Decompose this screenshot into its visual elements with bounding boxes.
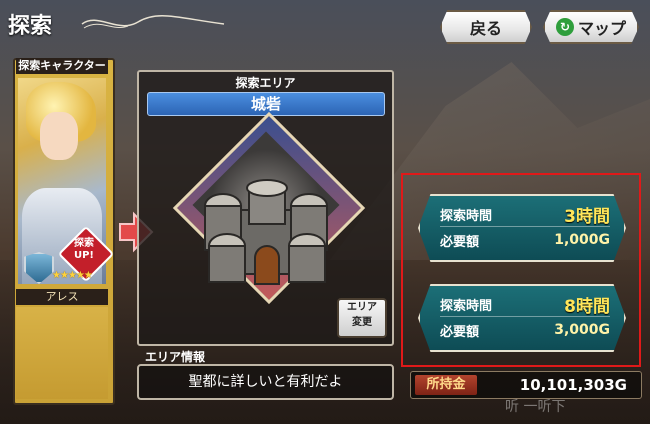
refresh-arrow-icon: ↻ <box>555 18 574 36</box>
option-cost-label: 必要額 <box>440 234 480 250</box>
area-name: 城砦 <box>147 92 385 116</box>
back-button-label: 戻る <box>469 19 502 38</box>
castle-icon <box>204 179 328 285</box>
change-area-label-1: エリア <box>347 302 377 313</box>
option-time-label: 探索時間 <box>440 298 493 314</box>
area-section-label: 探索エリア <box>235 76 296 90</box>
explore-option-3h[interactable]: 探索時間 3時間 必要額 1,000G <box>418 194 626 262</box>
explore-option-8h[interactable]: 探索時間 8時間 必要額 3,000G <box>418 284 626 352</box>
option-time-row: 探索時間 3時間 <box>440 202 610 227</box>
option-cost-value: 1,000G <box>554 232 610 248</box>
wallet-value: 10,101,303G <box>519 376 627 394</box>
wallet-label: 所持金 <box>415 375 477 395</box>
back-button[interactable]: 戻る <box>440 10 532 44</box>
option-time-row: 探索時間 8時間 <box>440 292 610 317</box>
option-cost-label: 必要額 <box>440 324 480 340</box>
map-button-label: マップ <box>577 19 626 38</box>
character-panel-label: 探索キャラクター <box>16 58 108 74</box>
rarity-stars: ★★★★★ <box>52 270 93 281</box>
option-time-value: 3時間 <box>564 206 610 227</box>
option-time-value: 8時間 <box>564 296 610 317</box>
explore-up-badge-text: 探索UP! <box>73 238 94 261</box>
character-empty-slot <box>16 307 108 399</box>
option-cost-value: 3,000G <box>554 322 610 338</box>
change-area-button[interactable]: エリア 変更 <box>337 298 387 338</box>
watermark: 听 一听下 <box>505 399 566 415</box>
change-area-label-2: 変更 <box>352 317 372 328</box>
area-info-label: エリア情報 <box>145 350 206 364</box>
option-time-label: 探索時間 <box>440 208 493 224</box>
option-cost-row: 必要額 1,000G <box>440 228 610 252</box>
option-cost-row: 必要額 3,000G <box>440 318 610 342</box>
title-ornament-icon <box>81 15 225 29</box>
area-info-text: 聖都に詳しいと有利だよ <box>137 364 394 400</box>
character-name: アレス <box>16 289 108 305</box>
map-button[interactable]: ↻ マップ <box>543 10 639 44</box>
wallet-bar: 所持金 10,101,303G <box>410 371 642 399</box>
character-face <box>40 112 78 160</box>
